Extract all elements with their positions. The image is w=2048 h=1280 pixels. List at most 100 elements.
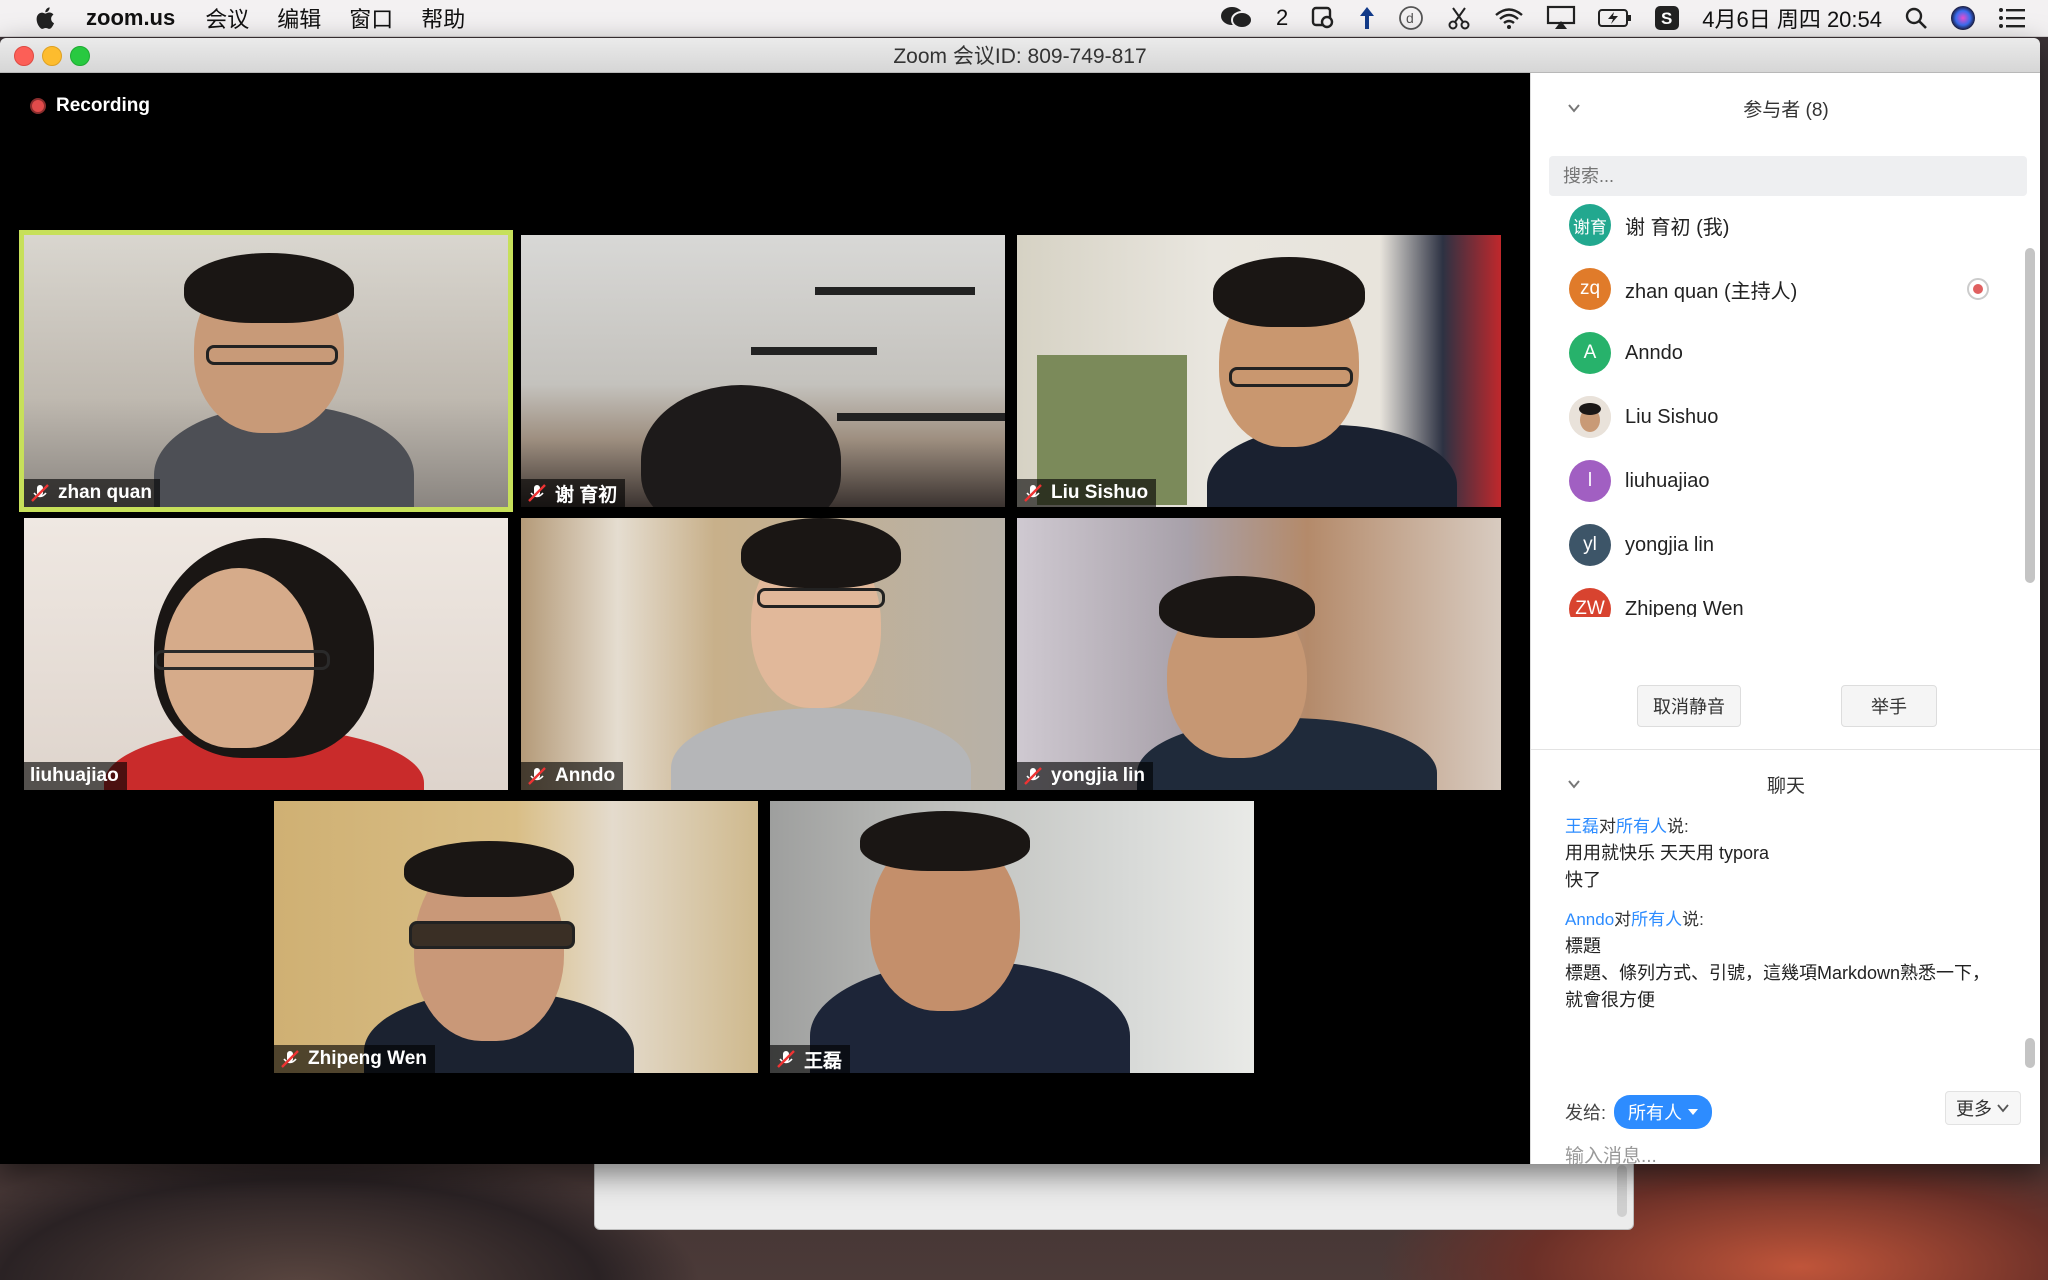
participant-row[interactable]: 谢育 谢 育初 (我) xyxy=(1531,193,2021,257)
person-hair xyxy=(404,841,574,897)
participant-nametag: yongjia lin xyxy=(1017,762,1153,790)
video-tile-wang-lei[interactable]: 王磊 xyxy=(770,801,1254,1073)
zoom-window: Zoom 会议ID: 809-749-817 Recording zhan qu… xyxy=(0,38,2040,1164)
participant-row[interactable]: A Anndo xyxy=(1531,321,2021,385)
quicklook-icon[interactable] xyxy=(1310,5,1336,31)
participant-name: zhan quan xyxy=(58,482,152,503)
person-hair xyxy=(1159,576,1315,638)
video-gallery: Recording zhan quan 谢 育初 Liu Sishuo liuh… xyxy=(0,73,1530,1164)
participant-list-name: liuhuajiao xyxy=(1625,469,1710,492)
upload-icon[interactable] xyxy=(1358,5,1376,31)
spotlight-search-icon[interactable] xyxy=(1904,6,1928,30)
wall-shelf xyxy=(751,347,877,355)
chat-sender[interactable]: 王磊 xyxy=(1565,817,1599,836)
participant-row[interactable]: l liuhuajiao xyxy=(1531,449,2021,513)
participant-row[interactable]: Liu Sishuo xyxy=(1531,385,2021,449)
participant-nametag: zhan quan xyxy=(24,479,160,507)
app-menu[interactable]: zoom.us xyxy=(86,5,175,31)
window-titlebar[interactable]: Zoom 会议ID: 809-749-817 xyxy=(0,38,2040,73)
chat-message-line: 快了 xyxy=(1565,870,1601,890)
chat-header: 聊天 xyxy=(1531,749,2040,819)
d-circle-icon[interactable]: d xyxy=(1398,5,1424,31)
minimize-window-button[interactable] xyxy=(42,46,62,66)
chat-messages: 王磊对所有人说: 用用就快乐 天天用 typora 快了 Anndo对所有人说:… xyxy=(1565,813,2005,1026)
participant-nametag: 王磊 xyxy=(770,1045,851,1073)
participant-list-scrollbar[interactable] xyxy=(2025,248,2035,583)
chat-message-input[interactable]: 输入消息... xyxy=(1565,1141,1657,1164)
recipient-dropdown[interactable]: 所有人 xyxy=(1614,1095,1713,1129)
date-time[interactable]: 4月6日 周四 20:54 xyxy=(1702,2,1882,34)
video-tile-zhan-quan[interactable]: zhan quan xyxy=(24,235,508,507)
video-tile-liu-sishuo[interactable]: Liu Sishuo xyxy=(1017,235,1501,507)
background-window[interactable] xyxy=(594,1160,1634,1230)
wechat-icon[interactable] xyxy=(1220,5,1254,31)
participant-name: Zhipeng Wen xyxy=(308,1048,427,1069)
wechat-count: 2 xyxy=(1276,5,1289,30)
chat-scrollbar[interactable] xyxy=(2025,1038,2035,1068)
muted-mic-icon xyxy=(528,767,546,785)
chat-to-word: 对 xyxy=(1614,910,1632,929)
wall-shelf xyxy=(837,413,1005,421)
participant-row[interactable]: ZW Zhipeng Wen xyxy=(1531,577,2021,617)
recording-label: Recording xyxy=(56,95,150,116)
avatar-photo xyxy=(1569,396,1611,438)
avatar: l xyxy=(1569,460,1611,502)
menu-window[interactable]: 窗口 xyxy=(349,2,393,34)
raise-hand-button[interactable]: 举手 xyxy=(1841,685,1937,727)
notification-center-icon[interactable] xyxy=(1998,7,2026,29)
wifi-icon[interactable] xyxy=(1494,6,1524,30)
sunglasses xyxy=(409,921,575,949)
participant-row[interactable]: yl yongjia lin xyxy=(1531,513,2021,577)
participant-name: Anndo xyxy=(555,765,616,786)
svg-text:d: d xyxy=(1406,10,1414,26)
participant-list-name: Zhipeng Wen xyxy=(1625,597,1744,618)
chat-recipient[interactable]: 所有人 xyxy=(1631,910,1682,929)
participant-list: 谢育 谢 育初 (我) zq zhan quan (主持人) A Anndo L… xyxy=(1531,193,2021,617)
person-silhouette xyxy=(1207,425,1457,507)
muted-mic-icon xyxy=(777,1050,795,1068)
muted-mic-icon xyxy=(1024,484,1042,502)
glasses xyxy=(206,345,338,365)
airplay-icon[interactable] xyxy=(1546,5,1576,31)
close-window-button[interactable] xyxy=(14,46,34,66)
recipient-value: 所有人 xyxy=(1628,1103,1683,1123)
s-app-icon[interactable]: S xyxy=(1654,5,1680,31)
chat-message: Anndo对所有人说: 標題 標題、條列方式、引號，這幾項Markdown熟悉一… xyxy=(1565,906,2005,1014)
glasses xyxy=(154,650,330,670)
chevron-down-icon[interactable] xyxy=(1567,777,1581,791)
glasses xyxy=(1229,367,1353,387)
chevron-down-icon xyxy=(1997,1104,2009,1113)
participant-list-name: zhan quan (主持人) xyxy=(1625,280,1798,303)
menu-help[interactable]: 帮助 xyxy=(421,2,465,34)
more-button[interactable]: 更多 xyxy=(1945,1091,2021,1125)
person-hair xyxy=(741,518,901,588)
menu-edit[interactable]: 编辑 xyxy=(277,2,321,34)
unmute-button[interactable]: 取消静音 xyxy=(1637,685,1741,727)
chevron-down-icon[interactable] xyxy=(1567,101,1581,115)
chat-recipient[interactable]: 所有人 xyxy=(1616,817,1667,836)
zoom-window-button[interactable] xyxy=(70,46,90,66)
participant-list-name: yongjia lin xyxy=(1625,533,1714,556)
participant-row[interactable]: zq zhan quan (主持人) xyxy=(1531,257,2021,321)
scissors-icon[interactable] xyxy=(1446,5,1472,31)
video-tile-zhipeng-wen[interactable]: Zhipeng Wen xyxy=(274,801,758,1073)
video-tile-liuhuajiao[interactable]: liuhuajiao xyxy=(24,518,508,790)
participant-name: 谢 育初 xyxy=(555,484,618,506)
video-tile-xie-yuchu[interactable]: 谢 育初 xyxy=(521,235,1005,507)
participant-search-input[interactable] xyxy=(1549,156,2027,196)
chat-said: 说: xyxy=(1667,817,1689,836)
background-window-scrollbar[interactable] xyxy=(1617,1165,1627,1217)
participant-nametag: 谢 育初 xyxy=(521,479,626,507)
siri-icon[interactable] xyxy=(1950,5,1976,31)
participant-nametag: Anndo xyxy=(521,762,624,790)
participant-name: Liu Sishuo xyxy=(1051,482,1149,503)
chat-message-line: 用用就快乐 天天用 typora xyxy=(1565,843,1770,863)
video-tile-yongjia-lin[interactable]: yongjia lin xyxy=(1017,518,1501,790)
chat-sender[interactable]: Anndo xyxy=(1565,910,1614,929)
muted-mic-icon xyxy=(281,1050,299,1068)
video-tile-anndo[interactable]: Anndo xyxy=(521,518,1005,790)
menu-meeting[interactable]: 会议 xyxy=(205,2,249,34)
recording-indicator[interactable]: Recording xyxy=(30,95,150,117)
apple-icon[interactable] xyxy=(32,4,60,32)
send-to-row: 发给: 所有人 xyxy=(1565,1095,1713,1129)
